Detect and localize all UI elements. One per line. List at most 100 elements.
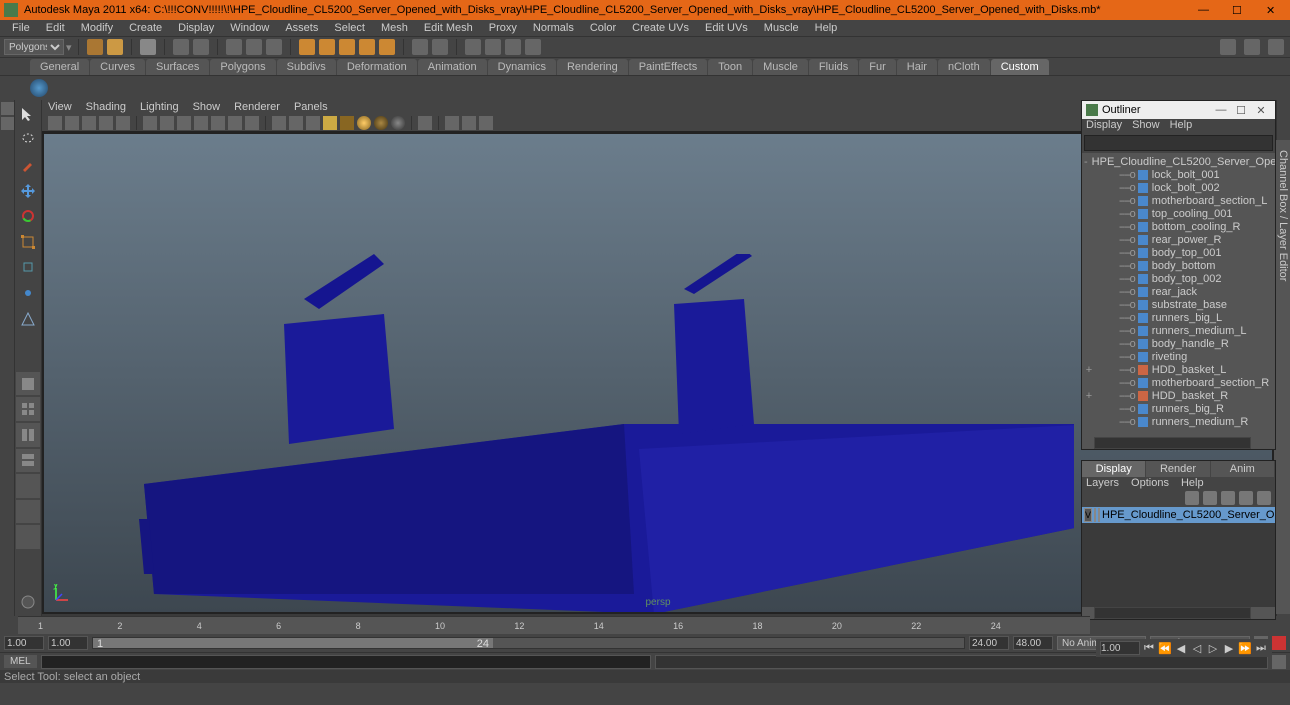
show-manip-tool[interactable] [16, 307, 40, 331]
vp-isolate-icon[interactable] [418, 116, 432, 130]
vp-select-camera-icon[interactable] [48, 116, 62, 130]
vp-motion-blur-icon[interactable] [391, 116, 405, 130]
outliner-item[interactable]: ----omotherboard_section_L [1082, 194, 1275, 207]
render-settings-icon[interactable] [505, 39, 521, 55]
snap-live-icon[interactable] [379, 39, 395, 55]
time-slider-toggle[interactable] [16, 590, 40, 614]
render-view-icon[interactable] [525, 39, 541, 55]
vp-xray-icon[interactable] [445, 116, 459, 130]
outliner-item[interactable]: ----orunners_medium_R [1082, 415, 1275, 428]
new-layer-icon[interactable] [1239, 491, 1253, 505]
vp-wireframe-icon[interactable] [272, 116, 286, 130]
select-object-icon[interactable] [246, 39, 262, 55]
outliner-search[interactable] [1084, 135, 1273, 151]
script-editor-icon[interactable] [1272, 655, 1286, 669]
construction-history-icon[interactable] [432, 39, 448, 55]
shelf-tab-painteffects[interactable]: PaintEffects [629, 59, 708, 75]
shelf-tab-hair[interactable]: Hair [897, 59, 937, 75]
set-key-icon[interactable] [1272, 636, 1286, 650]
two-pane-side-icon[interactable] [16, 423, 40, 447]
layer-menu-layers[interactable]: Layers [1086, 477, 1119, 491]
layer-color-box[interactable] [1098, 508, 1100, 522]
shelf-tab-toon[interactable]: Toon [708, 59, 752, 75]
outliner-hscroll[interactable] [1082, 437, 1275, 449]
menu-proxy[interactable]: Proxy [481, 22, 525, 34]
outliner-persp-icon[interactable] [16, 525, 40, 549]
shelf-tab-ncloth[interactable]: nCloth [938, 59, 990, 75]
custom-shelf-icon[interactable] [30, 79, 48, 97]
expand-toggle[interactable]: + [1084, 390, 1094, 402]
paint-select-tool[interactable] [16, 153, 40, 177]
layer-tab-render[interactable]: Render [1146, 461, 1210, 477]
vp-field-chart-icon[interactable] [211, 116, 225, 130]
shelf-tab-rendering[interactable]: Rendering [557, 59, 628, 75]
move-tool[interactable] [16, 179, 40, 203]
outliner-item[interactable]: ----otop_cooling_001 [1082, 207, 1275, 220]
menu-edit-mesh[interactable]: Edit Mesh [416, 22, 481, 34]
redo-icon[interactable] [193, 39, 209, 55]
soft-mod-tool[interactable] [16, 281, 40, 305]
save-scene-icon[interactable] [140, 39, 156, 55]
outliner-close[interactable]: ✕ [1251, 104, 1271, 117]
select-hierarchy-icon[interactable] [226, 39, 242, 55]
layer-visibility-box[interactable]: V [1084, 508, 1092, 522]
layer-row[interactable]: V HPE_Cloudline_CL5200_Server_Open [1082, 507, 1275, 523]
vp-2d-pan-icon[interactable] [99, 116, 113, 130]
layer-move-up-icon[interactable] [1203, 491, 1217, 505]
menu-modify[interactable]: Modify [73, 22, 121, 34]
scroll-left-icon[interactable] [1082, 437, 1094, 449]
lasso-tool[interactable] [16, 128, 40, 152]
vp-gate-mask-icon[interactable] [194, 116, 208, 130]
outliner-item[interactable]: ----orear_jack [1082, 285, 1275, 298]
play-forward-icon[interactable]: ▷ [1206, 641, 1220, 655]
vp-image-plane-icon[interactable] [82, 116, 96, 130]
render-frame-icon[interactable] [465, 39, 481, 55]
scale-tool[interactable] [16, 230, 40, 254]
expand-toggle[interactable]: - [1084, 156, 1088, 168]
layer-tab-display[interactable]: Display [1082, 461, 1146, 477]
step-forward-icon[interactable]: ▶ [1222, 641, 1236, 655]
outliner-item[interactable]: +----oHDD_basket_L [1082, 363, 1275, 376]
shelf-tab-fur[interactable]: Fur [859, 59, 896, 75]
minimize-button[interactable]: — [1198, 4, 1210, 16]
script-language-button[interactable]: MEL [4, 655, 37, 668]
layer-type-box[interactable] [1094, 508, 1096, 522]
maximize-button[interactable]: ☐ [1232, 4, 1244, 16]
new-scene-icon[interactable] [87, 39, 103, 55]
range-in-field[interactable] [48, 636, 88, 650]
vp-menu-view[interactable]: View [48, 101, 72, 113]
vp-bookmark-icon[interactable] [65, 116, 79, 130]
snap-point-icon[interactable] [339, 39, 355, 55]
layer-menu-help[interactable]: Help [1181, 477, 1204, 491]
toggle-attr-editor-icon[interactable] [1268, 39, 1284, 55]
layer-list[interactable]: V HPE_Cloudline_CL5200_Server_Open [1082, 507, 1275, 607]
shelf-tab-polygons[interactable]: Polygons [210, 59, 275, 75]
range-out-field[interactable] [969, 636, 1009, 650]
outliner-item[interactable]: +----oHDD_basket_R [1082, 389, 1275, 402]
end-frame-field[interactable] [1013, 636, 1053, 650]
outliner-item[interactable]: ----orunners_medium_L [1082, 324, 1275, 337]
snap-grid-icon[interactable] [299, 39, 315, 55]
outliner-menu-help[interactable]: Help [1170, 119, 1193, 133]
shelf-tab-fluids[interactable]: Fluids [809, 59, 858, 75]
menu-mesh[interactable]: Mesh [373, 22, 416, 34]
select-component-icon[interactable] [266, 39, 282, 55]
outliner-item[interactable]: ----obottom_cooling_R [1082, 220, 1275, 233]
menu-edit-uvs[interactable]: Edit UVs [697, 22, 756, 34]
current-frame-field[interactable] [1100, 641, 1140, 655]
vp-textured-icon[interactable] [306, 116, 320, 130]
vp-shadows-icon[interactable] [340, 116, 354, 130]
vp-menu-panels[interactable]: Panels [294, 101, 328, 113]
outliner-menu-display[interactable]: Display [1086, 119, 1122, 133]
range-thumb[interactable]: 124 [93, 638, 493, 648]
shelf-tab-curves[interactable]: Curves [90, 59, 145, 75]
command-input[interactable] [41, 655, 651, 669]
shelf-tab-muscle[interactable]: Muscle [753, 59, 808, 75]
shelf-tab-deformation[interactable]: Deformation [337, 59, 417, 75]
shelf-tab-dynamics[interactable]: Dynamics [488, 59, 556, 75]
outliner-item[interactable]: ----orear_power_R [1082, 233, 1275, 246]
outliner-item[interactable]: ----omotherboard_section_R [1082, 376, 1275, 389]
range-slider[interactable]: 124 [92, 637, 965, 649]
play-back-icon[interactable]: ◁ [1190, 641, 1204, 655]
menu-select[interactable]: Select [326, 22, 373, 34]
